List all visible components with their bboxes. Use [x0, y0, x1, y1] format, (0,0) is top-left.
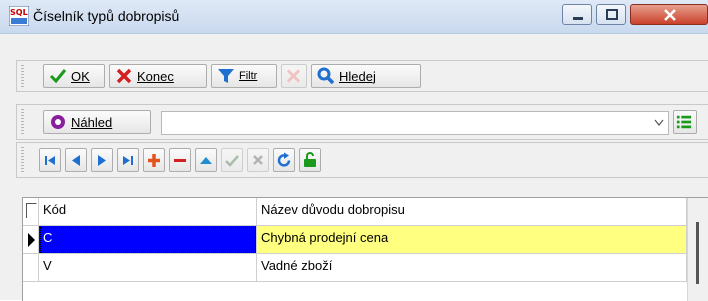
cancel-record-button[interactable]	[247, 148, 269, 172]
cell-nazev[interactable]: Vadné zboží	[257, 254, 687, 282]
insert-icon	[148, 154, 160, 167]
search-icon	[317, 67, 335, 85]
view-select[interactable]	[161, 111, 669, 135]
delete-icon	[174, 159, 186, 162]
nahled-label: Náhled	[71, 114, 113, 130]
konec-button[interactable]: Konec	[109, 64, 207, 88]
sql-icon: SQL	[9, 6, 29, 26]
header-checkbox-icon	[26, 203, 37, 218]
list-icon	[676, 115, 692, 129]
prev-icon	[72, 155, 80, 166]
list-view-button[interactable]	[673, 110, 697, 134]
close-x-icon	[116, 68, 132, 84]
delete-record-button[interactable]	[169, 148, 191, 172]
column-header-nazev[interactable]: Název důvodu dobropisu	[257, 198, 687, 226]
refresh-button[interactable]	[273, 148, 295, 172]
ok-button[interactable]: OK	[43, 64, 105, 88]
row-indicator	[23, 254, 39, 282]
column-header-kod[interactable]: Kód	[39, 198, 257, 226]
navigator-toolbar	[16, 142, 708, 178]
close-button[interactable]	[630, 4, 708, 25]
last-record-button[interactable]	[117, 148, 139, 172]
cancel-icon	[253, 155, 263, 165]
current-row-arrow-icon	[28, 233, 35, 247]
scrollbar-thumb[interactable]	[696, 222, 699, 284]
filter-icon	[218, 69, 234, 83]
minimize-button[interactable]	[562, 4, 592, 25]
chevron-down-icon	[654, 119, 664, 126]
clear-filter-icon	[286, 69, 301, 83]
table-row[interactable]: V Vadné zboží	[23, 254, 687, 282]
maximize-icon	[606, 9, 618, 20]
checkmark-icon	[49, 69, 67, 84]
cell-kod[interactable]: C	[39, 226, 257, 254]
filtr-button[interactable]: Filtr	[211, 64, 277, 88]
nahled-button[interactable]: Náhled	[43, 110, 151, 134]
select-all-cell[interactable]	[23, 198, 39, 226]
maximize-button[interactable]	[596, 4, 626, 25]
dialog-window: SQL Číselník typů dobropisů OK Konec Fil…	[0, 0, 708, 301]
vertical-scrollbar[interactable]	[687, 198, 708, 301]
cell-kod[interactable]: V	[39, 254, 257, 282]
toolbar-grip[interactable]	[21, 147, 24, 173]
post-icon	[225, 155, 239, 167]
lock-button[interactable]	[299, 148, 321, 172]
window-title: Číselník typů dobropisů	[33, 8, 180, 24]
filtr-label: Filtr	[239, 70, 258, 82]
next-icon	[98, 155, 106, 166]
row-indicator	[23, 226, 39, 254]
table-row[interactable]: C Chybná prodejní cena	[23, 226, 687, 254]
prev-record-button[interactable]	[65, 148, 87, 172]
first-icon	[45, 156, 55, 165]
last-icon	[123, 156, 133, 165]
edit-up-icon	[200, 157, 212, 164]
lock-icon	[304, 152, 316, 167]
refresh-icon	[277, 152, 291, 167]
toolbar-grip[interactable]	[21, 109, 24, 135]
title-bar[interactable]: SQL Číselník typů dobropisů	[0, 0, 708, 34]
main-toolbar: OK Konec Filtr Hledej	[16, 60, 708, 92]
hledej-label: Hledej	[339, 68, 376, 84]
toolbar-grip[interactable]	[21, 65, 24, 87]
data-grid[interactable]: Kód Název důvodu dobropisu C Chybná prod…	[22, 197, 708, 301]
hledej-button[interactable]: Hledej	[311, 64, 421, 88]
preview-eye-icon	[51, 115, 65, 129]
edit-record-button[interactable]	[195, 148, 217, 172]
view-toolbar: Náhled	[16, 104, 708, 140]
ok-label: OK	[71, 68, 90, 84]
close-icon	[664, 9, 676, 21]
clear-filter-button[interactable]	[281, 64, 307, 88]
konec-label: Konec	[137, 68, 174, 84]
insert-record-button[interactable]	[143, 148, 165, 172]
next-record-button[interactable]	[91, 148, 113, 172]
post-record-button[interactable]	[221, 148, 243, 172]
minimize-icon	[573, 17, 583, 20]
first-record-button[interactable]	[39, 148, 61, 172]
grid-header-row: Kód Název důvodu dobropisu	[23, 198, 687, 226]
svg-text:SQL: SQL	[10, 8, 28, 17]
cell-nazev[interactable]: Chybná prodejní cena	[257, 226, 687, 254]
